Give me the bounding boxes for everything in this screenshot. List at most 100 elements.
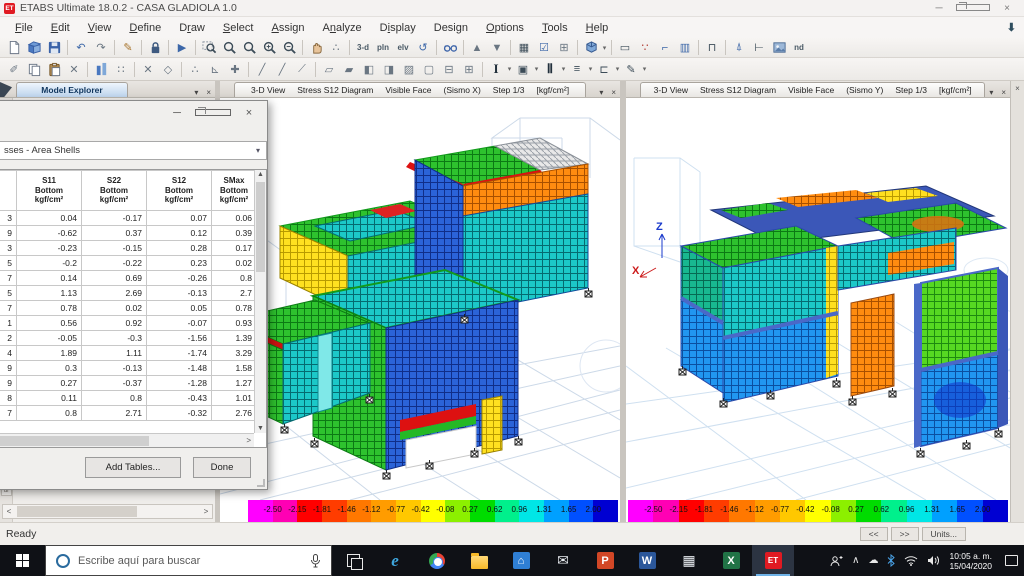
menu-display[interactable]: Display: [371, 20, 425, 36]
taskbar-app-edge[interactable]: e: [374, 545, 416, 576]
delete-icon[interactable]: ✕: [65, 61, 83, 78]
right-view-canvas[interactable]: Z X: [626, 98, 1010, 522]
frame-section-caret-icon[interactable]: ▾: [506, 61, 513, 78]
zoom-in-icon[interactable]: [260, 39, 278, 56]
add-tables-button[interactable]: Add Tables...: [85, 457, 181, 478]
table-row[interactable]: 2-0.05-0.3-1.561.39: [0, 331, 257, 346]
next-units-button[interactable]: >>: [891, 527, 919, 541]
draw-frame-icon[interactable]: ╱: [253, 61, 271, 78]
menu-select[interactable]: Select: [214, 20, 263, 36]
view-elevation-button[interactable]: elv: [394, 39, 412, 56]
table-row[interactable]: 41.891.11-1.743.29: [0, 346, 257, 361]
tab-right-view[interactable]: 3-D ViewStress S12 DiagramVisible Face(S…: [640, 82, 985, 97]
save-model-icon[interactable]: [45, 39, 63, 56]
object-view-icon[interactable]: ⊞: [555, 39, 573, 56]
image-capture-icon[interactable]: [770, 39, 788, 56]
tab-caret-icon[interactable]: ▾: [595, 88, 607, 97]
taskbar-app-task-view[interactable]: [332, 545, 374, 576]
wifi-icon[interactable]: [904, 555, 918, 566]
draw-floor-icon[interactable]: ▱: [320, 61, 338, 78]
deselect-all-icon[interactable]: ◇: [159, 61, 177, 78]
restore-full-view-icon[interactable]: [220, 39, 238, 56]
draw-area-icon[interactable]: ▰: [340, 61, 358, 78]
title-bar[interactable]: ET ETABS Ultimate 18.0.2 - CASA GLADIOLA…: [0, 0, 1024, 17]
nd-label-button[interactable]: nd: [790, 39, 808, 56]
float-window-titlebar[interactable]: ─ ×: [0, 101, 267, 125]
draw-pv1-icon[interactable]: ◨: [380, 61, 398, 78]
table-row[interactable]: 70.82.71-0.322.76: [0, 406, 257, 421]
taskbar-app-chrome[interactable]: [416, 545, 458, 576]
resize-grip[interactable]: [257, 479, 265, 487]
scroll-up-icon[interactable]: ▲: [255, 171, 266, 178]
menu-assign[interactable]: Assign: [262, 20, 313, 36]
done-button[interactable]: Done: [193, 457, 251, 478]
zoom-out-icon[interactable]: [280, 39, 298, 56]
volume-icon[interactable]: [927, 555, 940, 566]
scroll-down-icon[interactable]: ▼: [255, 425, 266, 432]
hscroll-thumb[interactable]: [0, 436, 149, 446]
redo-icon[interactable]: ↷: [92, 39, 110, 56]
draw-grid-icon[interactable]: ⊞: [460, 61, 478, 78]
draw-rect-area-icon[interactable]: ◧: [360, 61, 378, 78]
tab-close-icon[interactable]: ×: [607, 88, 620, 97]
table-row[interactable]: 90.3-0.13-1.481.58: [0, 361, 257, 376]
table-selector-dropdown[interactable]: sses - Area Shells ▾: [0, 141, 267, 160]
lock-model-icon[interactable]: [146, 39, 164, 56]
deck-caret-icon[interactable]: ▾: [560, 61, 567, 78]
column-header[interactable]: S11Bottomkgf/cm²: [17, 171, 82, 211]
stress-table[interactable]: S11Bottomkgf/cm²S22Bottomkgf/cm²S12Botto…: [0, 169, 267, 448]
tab-close-icon[interactable]: ×: [202, 88, 215, 97]
people-icon[interactable]: [830, 555, 843, 567]
view-cube-caret-icon[interactable]: ▾: [601, 39, 608, 56]
table-row[interactable]: 80.110.8-0.431.01: [0, 391, 257, 406]
move-up-story-icon[interactable]: ▲: [468, 39, 486, 56]
view-plan-button[interactable]: pln: [374, 39, 392, 56]
table-row[interactable]: 30.04-0.170.070.06: [0, 211, 257, 226]
table-row[interactable]: 70.780.020.050.78: [0, 301, 257, 316]
copy-icon[interactable]: [25, 61, 43, 78]
view-cube-icon[interactable]: [582, 39, 600, 56]
onedrive-cloud-icon[interactable]: ☁: [868, 555, 878, 566]
paste-icon[interactable]: [45, 61, 63, 78]
section-designer-icon[interactable]: ⊓: [703, 39, 721, 56]
tendon-section-icon[interactable]: ≡: [568, 61, 586, 78]
action-center-icon[interactable]: [1005, 555, 1018, 566]
taskbar-app-powerpoint[interactable]: P: [584, 545, 626, 576]
menu-view[interactable]: View: [79, 20, 121, 36]
left-view-canvas[interactable]: -2.50-2.15-1.81-1.46-1.12-0.77-0.42-0.08…: [220, 98, 620, 522]
snap-ends-icon[interactable]: ∴: [186, 61, 204, 78]
tab-close-icon[interactable]: ×: [997, 88, 1010, 97]
draw-quick-frame-icon[interactable]: ╱: [273, 61, 291, 78]
draw-rect-icon[interactable]: ▭: [616, 39, 634, 56]
table-row[interactable]: 10.560.92-0.070.93: [0, 316, 257, 331]
menu-options[interactable]: Options: [477, 20, 533, 36]
reshape-object-icon[interactable]: ✐: [5, 61, 23, 78]
tab-left-view[interactable]: 3-D ViewStress S12 DiagramVisible Face(S…: [234, 82, 586, 97]
tab-caret-icon[interactable]: ▾: [190, 88, 202, 97]
taskbar-app-file-explorer[interactable]: [458, 545, 500, 576]
restore-button[interactable]: [956, 3, 990, 14]
table-row[interactable]: 90.27-0.37-1.281.27: [0, 376, 257, 391]
table-row[interactable]: 9-0.620.370.120.39: [0, 226, 257, 241]
previous-zoom-icon[interactable]: [240, 39, 258, 56]
prev-units-button[interactable]: <<: [860, 527, 888, 541]
snap-perp-icon[interactable]: ⊾: [206, 61, 224, 78]
wall-props-icon[interactable]: ▥: [676, 39, 694, 56]
column-header[interactable]: SMaxBottomkgf/cm²: [212, 171, 257, 211]
draw-pv2-icon[interactable]: ▨: [400, 61, 418, 78]
scroll-right-icon[interactable]: >: [246, 436, 254, 445]
menu-draw[interactable]: Draw: [170, 20, 214, 36]
menu-define[interactable]: Define: [120, 20, 170, 36]
bluetooth-icon[interactable]: [887, 554, 895, 567]
display-check-icon[interactable]: ☑: [535, 39, 553, 56]
minimize-button[interactable]: ─: [922, 3, 956, 14]
run-analysis-icon[interactable]: ▶: [173, 39, 191, 56]
table-vscrollbar[interactable]: ▲ ▼: [254, 170, 266, 433]
column-header[interactable]: S22Bottomkgf/cm²: [82, 171, 147, 211]
tray-expand-chevron-icon[interactable]: ∧: [852, 555, 859, 566]
menu-tools[interactable]: Tools: [533, 20, 577, 36]
vscroll-thumb[interactable]: [256, 182, 265, 272]
wall-section-C-icon[interactable]: ⊏: [595, 61, 613, 78]
taskbar-app-word[interactable]: W: [626, 545, 668, 576]
tab-model-explorer[interactable]: Model Explorer: [16, 82, 128, 97]
